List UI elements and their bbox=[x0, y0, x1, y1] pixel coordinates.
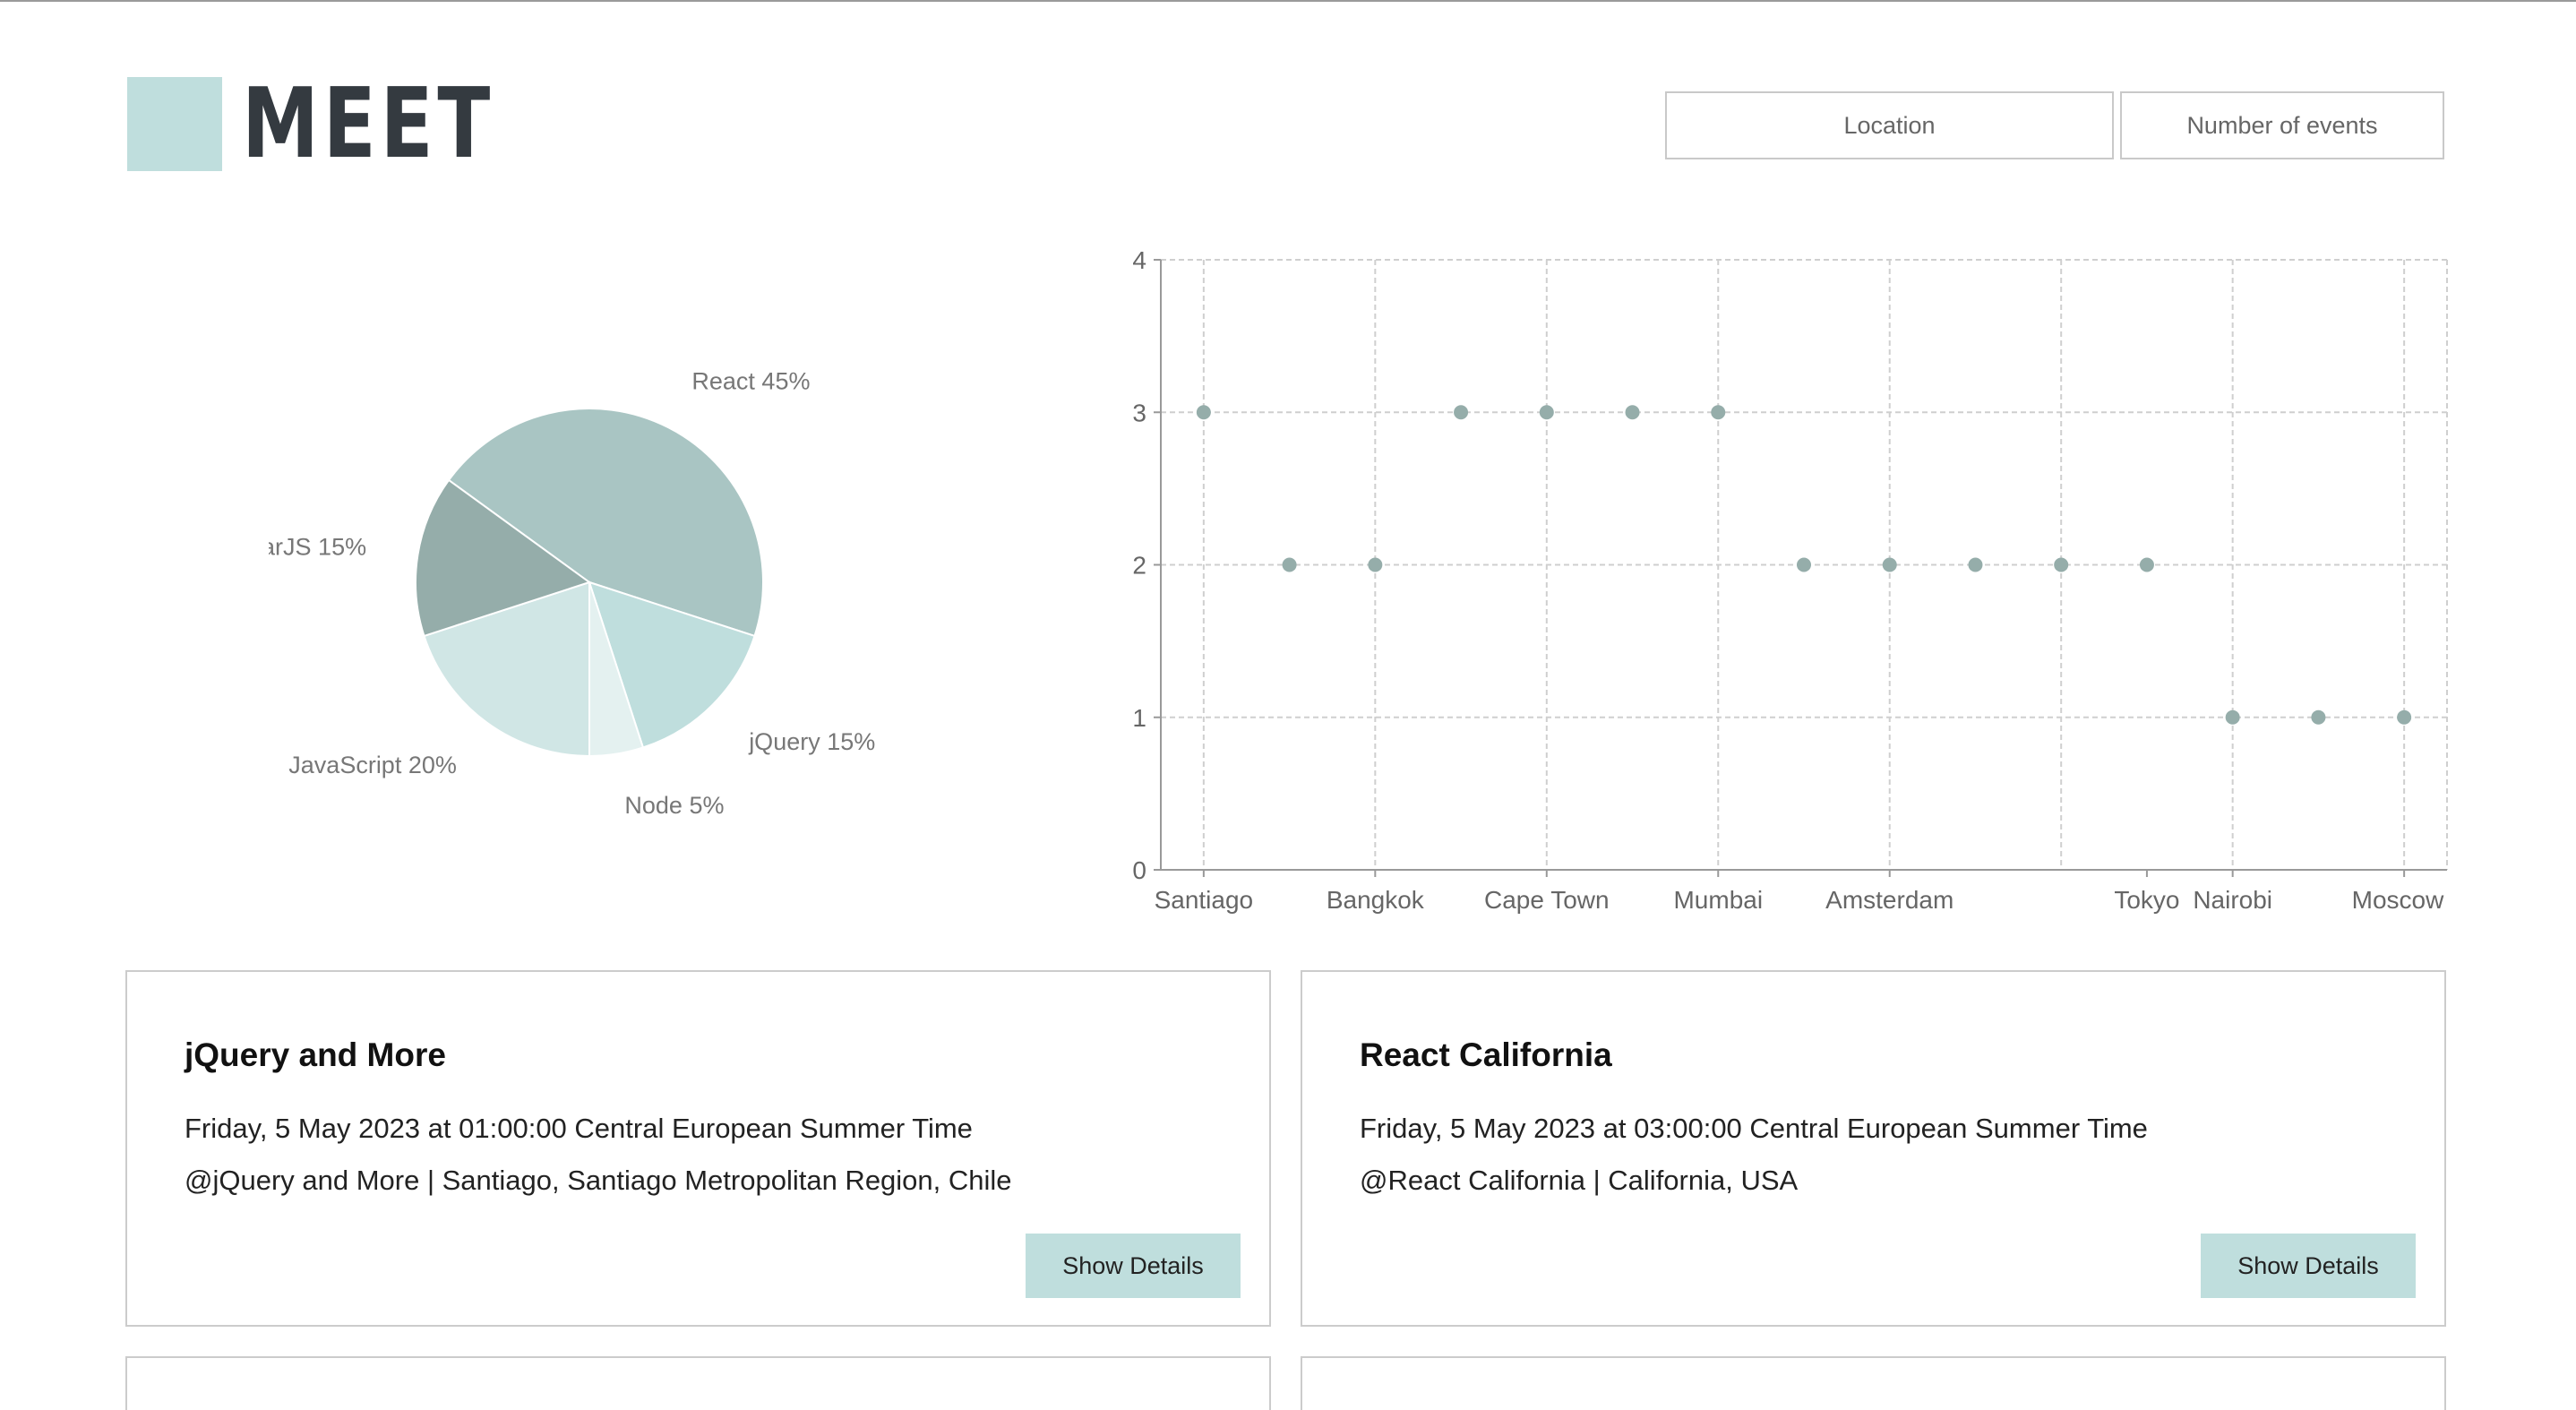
y-tick-label: 3 bbox=[1132, 399, 1146, 426]
scatter-point bbox=[2139, 557, 2154, 572]
y-tick-label: 4 bbox=[1132, 246, 1146, 274]
show-details-button[interactable]: Show Details bbox=[2201, 1234, 2416, 1298]
location-search-input[interactable]: Location bbox=[1665, 91, 2114, 159]
scatter-point bbox=[1539, 405, 1554, 420]
scatter-point bbox=[1797, 557, 1811, 572]
event-card-partial bbox=[125, 1356, 1271, 1410]
scatter-point bbox=[2225, 709, 2240, 725]
show-details-button[interactable]: Show Details bbox=[1026, 1234, 1241, 1298]
x-tick-label: Tokyo bbox=[2114, 886, 2179, 914]
x-tick-label: Santiago bbox=[1155, 886, 1254, 914]
scatter-point bbox=[1625, 405, 1640, 420]
x-tick-label: Moscow bbox=[2352, 886, 2444, 914]
event-card: jQuery and More Friday, 5 May 2023 at 01… bbox=[125, 970, 1271, 1327]
events-scatter-chart: 0 1 2 3 4 Santiago Bangkok Cape Town Mumbai Amste… bbox=[1132, 246, 2448, 914]
pie-label: Node 5% bbox=[624, 792, 724, 819]
pie-label: jQuery 15% bbox=[748, 728, 875, 755]
x-tick-label: Cape Town bbox=[1484, 886, 1610, 914]
event-card: React California Friday, 5 May 2023 at 0… bbox=[1301, 970, 2446, 1327]
event-location: @jQuery and More | Santiago, Santiago Me… bbox=[185, 1165, 1012, 1196]
logo-mark bbox=[127, 77, 222, 171]
event-title: jQuery and More bbox=[185, 1036, 446, 1073]
pie-label: AngularJS 15% bbox=[269, 534, 366, 561]
scatter-point bbox=[1368, 557, 1383, 572]
pie-label: React 45% bbox=[691, 367, 810, 394]
x-tick-label: Mumbai bbox=[1673, 886, 1763, 914]
x-tick-label: Nairobi bbox=[2193, 886, 2272, 914]
scatter-point bbox=[1454, 405, 1469, 420]
event-location: @React California | California, USA bbox=[1360, 1165, 1799, 1196]
scatter-point bbox=[1882, 557, 1897, 572]
y-tick-label: 0 bbox=[1132, 856, 1146, 884]
event-title: React California bbox=[1360, 1036, 1612, 1073]
scatter-point bbox=[1196, 405, 1211, 420]
genre-pie-chart: React 45% jQuery 15% Node 5% JavaScript 20%… bbox=[269, 367, 875, 819]
y-tick-label: 2 bbox=[1132, 552, 1146, 580]
scatter-point bbox=[1968, 557, 1983, 572]
x-tick-label: Bangkok bbox=[1327, 886, 1425, 914]
scatter-point bbox=[2397, 709, 2412, 725]
event-date: Friday, 5 May 2023 at 03:00:00 Central E… bbox=[1360, 1113, 2148, 1144]
pie-label: JavaScript 20% bbox=[288, 752, 457, 778]
logo-text: MEET bbox=[242, 68, 495, 180]
event-date: Friday, 5 May 2023 at 01:00:00 Central E… bbox=[185, 1113, 973, 1144]
scatter-point bbox=[1282, 557, 1297, 572]
scatter-point bbox=[2054, 557, 2069, 572]
event-card-partial bbox=[1301, 1356, 2446, 1410]
number-of-events-input[interactable]: Number of events bbox=[2120, 91, 2444, 159]
scatter-point bbox=[1711, 405, 1726, 420]
x-tick-label: Amsterdam bbox=[1825, 886, 1953, 914]
y-tick-label: 1 bbox=[1132, 704, 1146, 732]
scatter-point bbox=[2311, 709, 2326, 725]
